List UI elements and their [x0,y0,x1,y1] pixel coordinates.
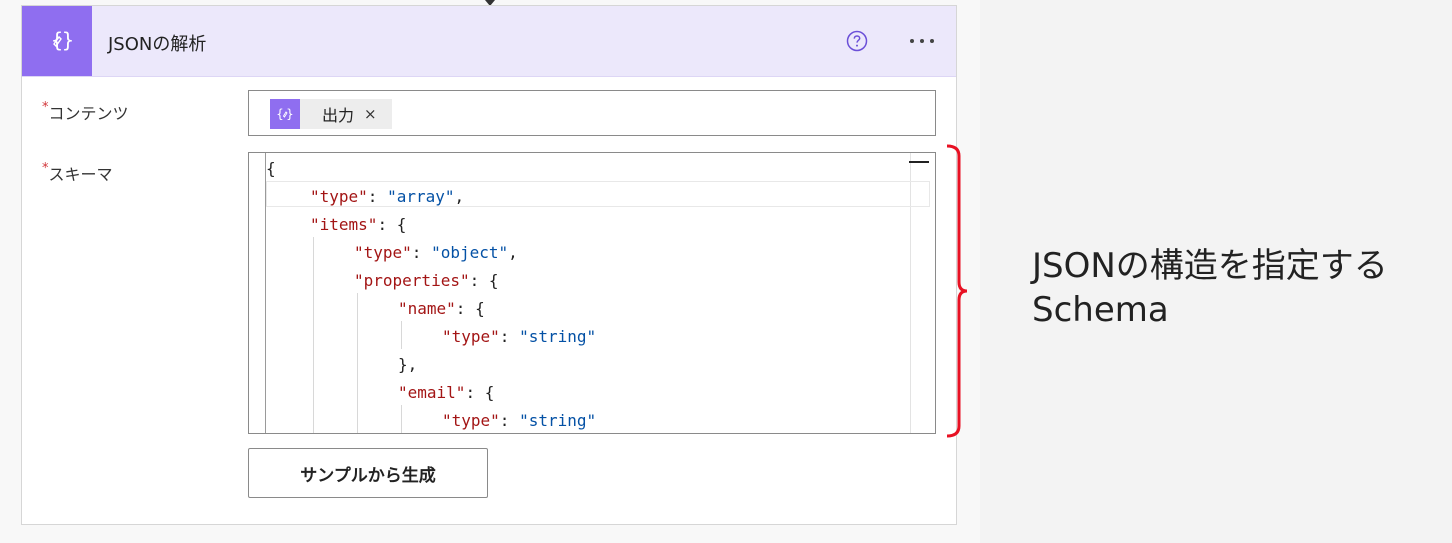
collapse-icon[interactable] [909,161,929,163]
dynamic-content-token[interactable]: { } 出力 × [270,99,392,129]
svg-text:{: { [276,107,284,121]
code-line: "email": { [398,379,494,406]
svg-text:}: } [286,107,294,121]
generate-from-sample-button[interactable]: サンプルから生成 [248,448,488,498]
json-punctuation: }, [398,355,418,374]
code-line: "items": { [310,211,406,238]
json-key: "items" [310,215,378,234]
json-key: "type" [354,243,412,262]
code-line: "type": "string" [442,323,596,350]
code-line: "type": "array", [310,183,464,210]
help-circle-icon[interactable] [846,30,868,52]
indent-guide [401,405,402,433]
json-punctuation: : [411,243,432,262]
json-punctuation: , [508,243,518,262]
content-label: *コンテンツ [42,100,129,124]
json-punctuation: : { [469,271,499,290]
code-line: "name": { [398,295,485,322]
json-punctuation: : [499,411,520,430]
code-line: "type": "object", [354,239,518,266]
code-line: "type": "string" [442,407,597,433]
token-label: 出力 [322,106,355,125]
json-string: "object" [431,243,509,262]
annotation-text: JSONの構造を指定する Schema [1032,244,1388,332]
content-label-text: コンテンツ [48,104,129,123]
json-string: "string" [519,327,597,346]
more-horizontal-icon[interactable] [904,30,940,52]
card-title: JSONの解析 [108,34,207,55]
schema-label: *スキーマ [42,161,113,185]
curly-brace-expression-icon: { } [270,99,300,129]
close-icon[interactable]: × [364,105,377,123]
json-punctuation: { [266,159,276,178]
json-punctuation: : [499,327,520,346]
json-punctuation: : { [455,299,485,318]
code-line: { [266,155,276,182]
json-string: "string" [519,411,597,430]
json-key: "type" [442,327,500,346]
json-string: "array" [387,187,455,206]
json-key: "properties" [354,271,470,290]
schema-code-editor[interactable]: {"type": "array", "items": {"type": "obje… [248,152,936,434]
annotation-line-1: JSONの構造を指定する [1032,246,1388,286]
json-key: "email" [398,383,466,402]
annotation-line-2: Schema [1032,290,1169,330]
curly-brace-expression-icon: { } [22,6,92,76]
json-key: "name" [398,299,456,318]
code-editor-area[interactable]: {"type": "array", "items": {"type": "obje… [265,153,930,433]
code-line: "properties": { [354,267,499,294]
json-punctuation: : [367,187,388,206]
json-punctuation: : { [465,383,495,402]
code-line: }, [398,351,417,378]
json-key: "type" [442,411,500,430]
parse-json-action-card: { } JSONの解析 *コンテンツ { } [21,5,957,525]
indent-guide [357,293,358,433]
indent-guide [313,237,314,433]
annotation-bracket [946,144,967,438]
schema-label-text: スキーマ [48,165,113,184]
json-punctuation: : { [377,215,407,234]
json-punctuation: , [454,187,465,206]
indent-guide [401,321,402,349]
svg-text:}: } [62,28,72,52]
json-key: "type" [310,187,368,206]
content-input[interactable]: { } 出力 × [248,90,936,136]
card-header[interactable]: { } JSONの解析 [22,6,956,77]
